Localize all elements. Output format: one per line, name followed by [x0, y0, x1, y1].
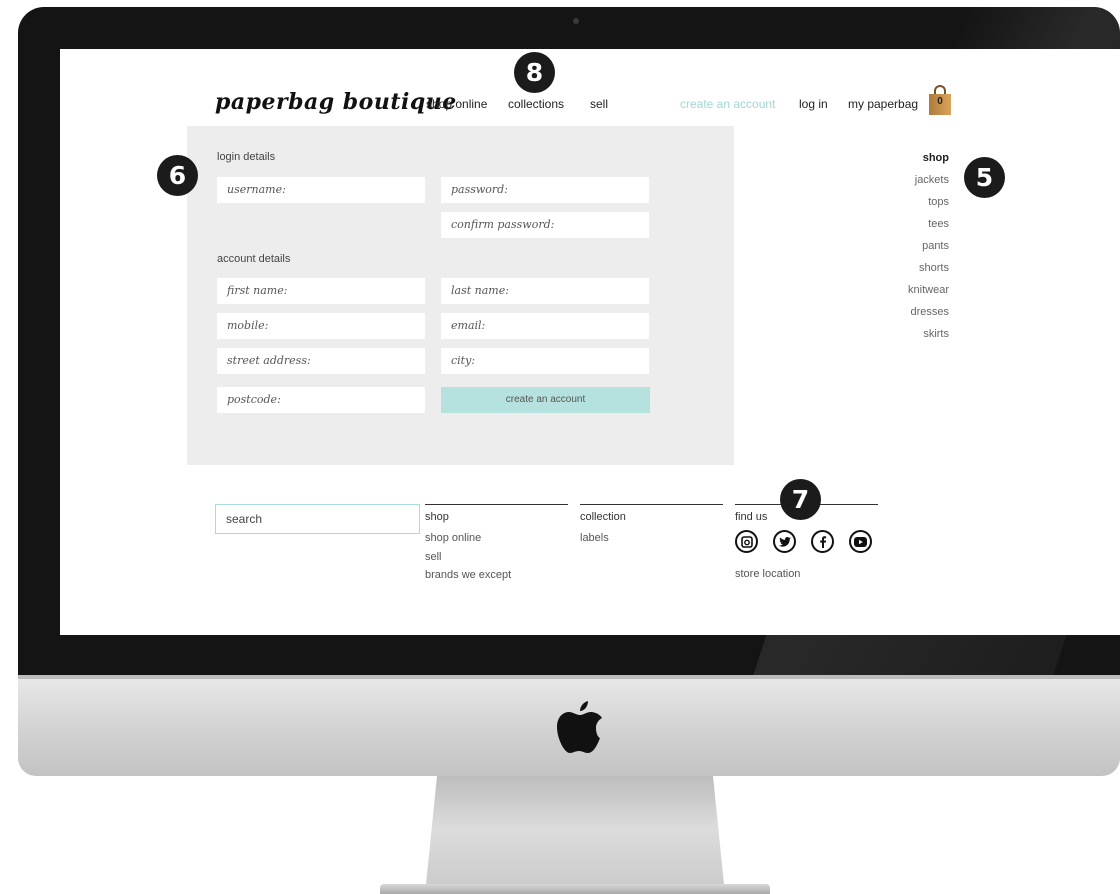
imac-stand-foot — [380, 884, 770, 894]
facebook-icon[interactable] — [811, 530, 834, 553]
sidebar-item-knitwear[interactable]: knitwear — [908, 284, 949, 296]
sidebar-item-tops[interactable]: tops — [928, 196, 949, 208]
twitter-icon[interactable] — [773, 530, 796, 553]
nav-my-paperbag[interactable]: my paperbag — [848, 97, 918, 111]
nav-shop-online[interactable]: shop online — [426, 97, 487, 111]
bag-count: 0 — [937, 96, 943, 107]
city-field[interactable]: city: — [441, 348, 649, 374]
create-account-button[interactable]: create an account — [441, 387, 650, 413]
footer-store-location[interactable]: store location — [735, 568, 800, 580]
confirm-password-field[interactable]: confirm password: — [441, 212, 649, 238]
login-details-title: login details — [217, 151, 276, 163]
footer-link-labels[interactable]: labels — [580, 532, 609, 544]
search-input[interactable]: search — [215, 504, 420, 534]
postcode-field[interactable]: postcode: — [217, 387, 425, 413]
footer-collection-title: collection — [580, 511, 626, 523]
imac-stand — [425, 776, 725, 894]
password-field[interactable]: password: — [441, 177, 649, 203]
sidebar-item-pants[interactable]: pants — [922, 240, 949, 252]
shopping-bag-icon[interactable]: 0 — [929, 85, 951, 115]
shop-column-rule — [425, 504, 568, 505]
apple-logo-icon — [557, 701, 602, 753]
footer-find-us-title: find us — [735, 511, 768, 523]
facebook-glyph — [819, 535, 826, 548]
callout-7: 7 — [780, 479, 821, 520]
collection-column-rule — [580, 504, 723, 505]
registration-panel: login details username: password: confir… — [187, 126, 734, 465]
youtube-glyph — [854, 536, 867, 547]
callout-5: 5 — [964, 157, 1005, 198]
site-logo[interactable]: paperbag boutique — [215, 89, 457, 115]
sidebar-item-skirts[interactable]: skirts — [923, 328, 949, 340]
mobile-field[interactable]: mobile: — [217, 313, 425, 339]
account-details-title: account details — [217, 253, 291, 265]
twitter-glyph — [778, 536, 791, 547]
sidebar-item-jackets[interactable]: jackets — [915, 174, 949, 186]
footer-shop-title: shop — [425, 511, 449, 523]
footer-link-brands[interactable]: brands we except — [425, 569, 511, 581]
instagram-icon[interactable] — [735, 530, 758, 553]
nav-create-account[interactable]: create an account — [680, 97, 775, 111]
street-address-field[interactable]: street address: — [217, 348, 425, 374]
chin-edge — [18, 675, 1120, 679]
youtube-icon[interactable] — [849, 530, 872, 553]
sidebar-item-dresses[interactable]: dresses — [910, 306, 949, 318]
callout-6: 6 — [157, 155, 198, 196]
username-field[interactable]: username: — [217, 177, 425, 203]
footer-link-sell[interactable]: sell — [425, 551, 442, 563]
first-name-field[interactable]: first name: — [217, 278, 425, 304]
callout-8: 8 — [514, 52, 555, 93]
nav-log-in[interactable]: log in — [799, 97, 828, 111]
imac-chin — [18, 675, 1120, 776]
email-field[interactable]: email: — [441, 313, 649, 339]
instagram-glyph — [740, 535, 753, 548]
sidebar-title[interactable]: shop — [923, 152, 949, 164]
nav-sell[interactable]: sell — [590, 97, 608, 111]
last-name-field[interactable]: last name: — [441, 278, 649, 304]
camera — [573, 18, 579, 24]
footer-link-shop-online[interactable]: shop online — [425, 532, 481, 544]
nav-collections[interactable]: collections — [508, 97, 564, 111]
sidebar-item-shorts[interactable]: shorts — [919, 262, 949, 274]
screen: paperbag boutique shop online collection… — [60, 49, 1120, 635]
sidebar-item-tees[interactable]: tees — [928, 218, 949, 230]
